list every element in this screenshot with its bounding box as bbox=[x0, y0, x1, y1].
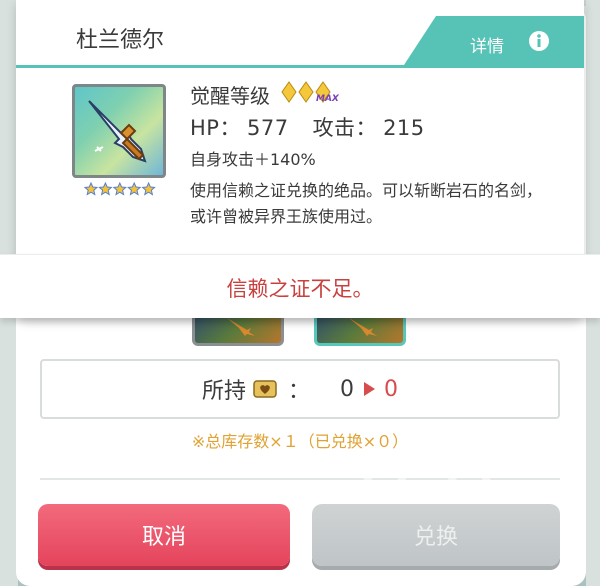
stock-note: ※总库存数×１（已兑换×０） bbox=[191, 432, 409, 451]
self-attack-bonus: 自身攻击＋140% bbox=[190, 150, 316, 169]
sword-icon bbox=[88, 100, 147, 163]
sword-icon bbox=[349, 318, 377, 336]
awaken-label: 觉醒等级 bbox=[190, 84, 270, 108]
owned-row: 所持 ： 0 0 bbox=[42, 361, 558, 417]
dialog-title: 杜兰德尔 bbox=[76, 28, 165, 53]
owned-label: 所持 bbox=[201, 379, 246, 404]
info-icon[interactable] bbox=[528, 30, 550, 52]
exchange-button[interactable]: 兑换 bbox=[312, 504, 560, 566]
arrow-right-icon bbox=[364, 382, 376, 396]
owned-after: 0 bbox=[384, 376, 399, 402]
sword-icon bbox=[227, 318, 255, 336]
notice-text: 信赖之证不足。 bbox=[226, 277, 374, 301]
hp-label: HP： bbox=[190, 116, 241, 140]
notice-bar: 信赖之证不足。 bbox=[0, 254, 600, 318]
trust-token-icon bbox=[253, 380, 277, 398]
dialog-header: 杜兰德尔 详情 bbox=[16, 0, 584, 68]
awaken-diamonds-icon: MAX bbox=[281, 81, 340, 104]
item-description: 使用信赖之证兑换的绝品。可以斩断岩石的名剑，或许曾被异界王族使用过。 bbox=[190, 181, 543, 226]
atk-value: 215 bbox=[383, 116, 425, 140]
detail-label[interactable]: 详情 bbox=[470, 32, 504, 57]
item-image bbox=[72, 84, 166, 178]
owned-panel: 所持 ： 0 0 bbox=[40, 359, 560, 419]
owned-current: 0 bbox=[340, 376, 355, 402]
max-badge: MAX bbox=[316, 94, 340, 104]
owned-colon: ： bbox=[288, 379, 311, 404]
stats-line: HP： 577 攻击： 215 bbox=[190, 112, 431, 142]
atk-label: 攻击： bbox=[312, 116, 378, 140]
cancel-button[interactable]: 取消 bbox=[38, 504, 290, 566]
rarity-stars bbox=[84, 182, 156, 196]
hp-value: 577 bbox=[246, 116, 289, 140]
